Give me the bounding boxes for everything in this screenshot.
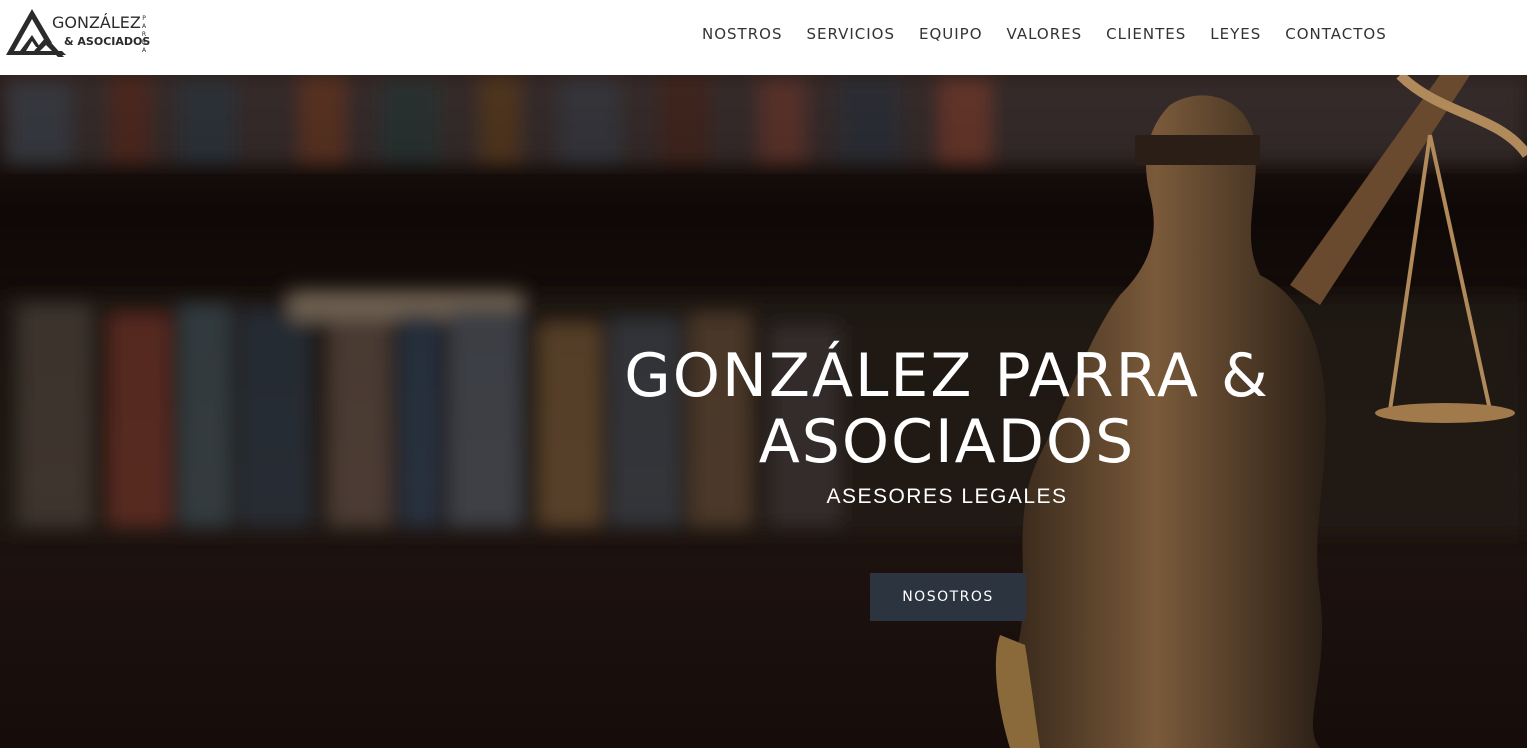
nosotros-button[interactable]: NOSOTROS: [870, 573, 1026, 621]
nav-link-contactos[interactable]: CONTACTOS: [1285, 25, 1386, 43]
logo[interactable]: GONZÁLEZ & ASOCIADOS PARRA: [6, 7, 151, 59]
nav-link-valores[interactable]: VALORES: [1007, 25, 1083, 43]
logo-vertical-text: PARRA: [141, 15, 147, 54]
nav-link-equipo[interactable]: EQUIPO: [919, 25, 983, 43]
nav-link-nostros[interactable]: NOSTROS: [702, 25, 782, 43]
nav-link-leyes[interactable]: LEYES: [1210, 25, 1261, 43]
hero-subtitle: ASESORES LEGALES: [826, 485, 1068, 508]
site-header: GONZÁLEZ & ASOCIADOS PARRA NOSTROS SERVI…: [0, 0, 1527, 75]
logo-name: GONZÁLEZ: [52, 13, 141, 32]
hero-title: GONZÁLEZ PARRA & ASOCIADOS: [624, 341, 1270, 477]
main-nav: NOSTROS SERVICIOS EQUIPO VALORES CLIENTE…: [690, 0, 1399, 67]
nav-link-clientes[interactable]: CLIENTES: [1106, 25, 1186, 43]
hero-section: GONZÁLEZ PARRA & ASOCIADOS ASESORES LEGA…: [0, 75, 1527, 748]
logo-subtitle: & ASOCIADOS: [64, 35, 151, 48]
nav-link-servicios[interactable]: SERVICIOS: [806, 25, 895, 43]
